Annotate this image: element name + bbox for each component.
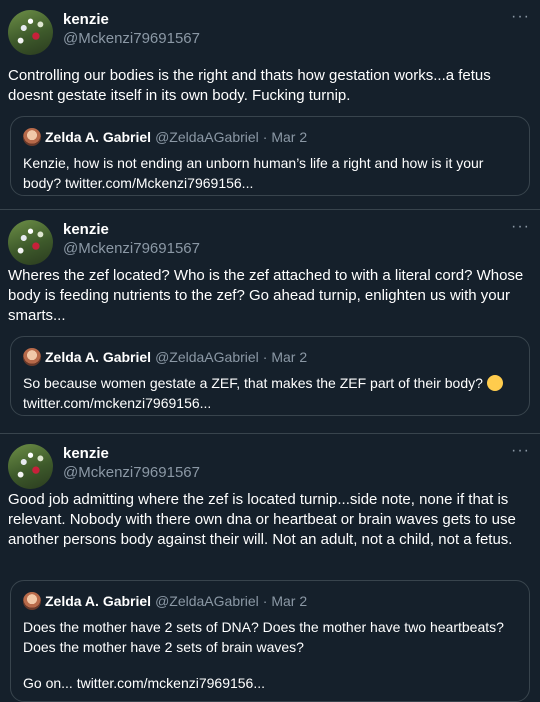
tweet-text: Controlling our bodies is the right and … <box>8 67 491 104</box>
quote-avatar <box>23 348 41 366</box>
quoted-tweet[interactable]: Zelda A. Gabriel @ZeldaAGabriel · Mar 2 … <box>10 116 530 196</box>
display-name[interactable]: kenzie <box>63 11 109 28</box>
avatar[interactable] <box>8 220 53 265</box>
display-name[interactable]: kenzie <box>63 445 109 462</box>
quote-avatar <box>23 128 41 146</box>
avatar[interactable] <box>8 444 53 489</box>
quote-name: Zelda A. Gabriel <box>45 129 152 145</box>
tweet-text: Good job admitting where the zef is loca… <box>8 491 516 548</box>
user-handle[interactable]: @Mckenzi79691567 <box>63 464 200 481</box>
user-handle[interactable]: @Mckenzi79691567 <box>63 30 200 47</box>
more-icon[interactable]: ··· <box>511 442 530 460</box>
quote-avatar <box>23 592 41 610</box>
tweet-2[interactable]: kenzie @Mckenzi79691567 ··· Wheres the z… <box>0 210 540 434</box>
tweet-3[interactable]: kenzie @Mckenzi79691567 ··· Good job adm… <box>0 434 540 702</box>
quote-name: Zelda A. Gabriel <box>45 349 152 365</box>
quote-date: · Mar 2 <box>262 129 308 145</box>
more-icon[interactable]: ··· <box>511 8 530 26</box>
quoted-tweet[interactable]: Zelda A. Gabriel @ZeldaAGabriel · Mar 2 … <box>10 336 530 416</box>
quote-link[interactable]: twitter.com/mckenzi7969156... <box>23 395 211 411</box>
quote-text-2: Go on... twitter.com/mckenzi7969156... <box>23 675 266 691</box>
quote-text: So because women gestate a ZEF, that mak… <box>23 373 517 413</box>
quote-text-body: So because women gestate a ZEF, that mak… <box>23 375 483 391</box>
more-icon[interactable]: ··· <box>511 218 530 236</box>
quote-name: Zelda A. Gabriel <box>45 593 152 609</box>
user-handle[interactable]: @Mckenzi79691567 <box>63 240 200 257</box>
display-name[interactable]: kenzie <box>63 221 109 238</box>
thinking-face-icon <box>486 375 503 391</box>
tweet-text: Wheres the zef located? Who is the zef a… <box>8 267 524 324</box>
avatar[interactable] <box>8 10 53 55</box>
quote-date: · Mar 2 <box>262 593 308 609</box>
quote-text: Kenzie, how is not ending an unborn huma… <box>23 155 484 191</box>
tweet-1[interactable]: kenzie @Mckenzi79691567 ··· Controlling … <box>0 0 540 210</box>
quote-text: Does the mother have 2 sets of DNA? Does… <box>23 619 504 655</box>
quote-handle: @ZeldaAGabriel <box>155 349 259 365</box>
quote-date: · Mar 2 <box>262 349 308 365</box>
quote-handle: @ZeldaAGabriel <box>155 129 259 145</box>
quoted-tweet[interactable]: Zelda A. Gabriel @ZeldaAGabriel · Mar 2 … <box>10 580 530 702</box>
quote-handle: @ZeldaAGabriel <box>155 593 259 609</box>
